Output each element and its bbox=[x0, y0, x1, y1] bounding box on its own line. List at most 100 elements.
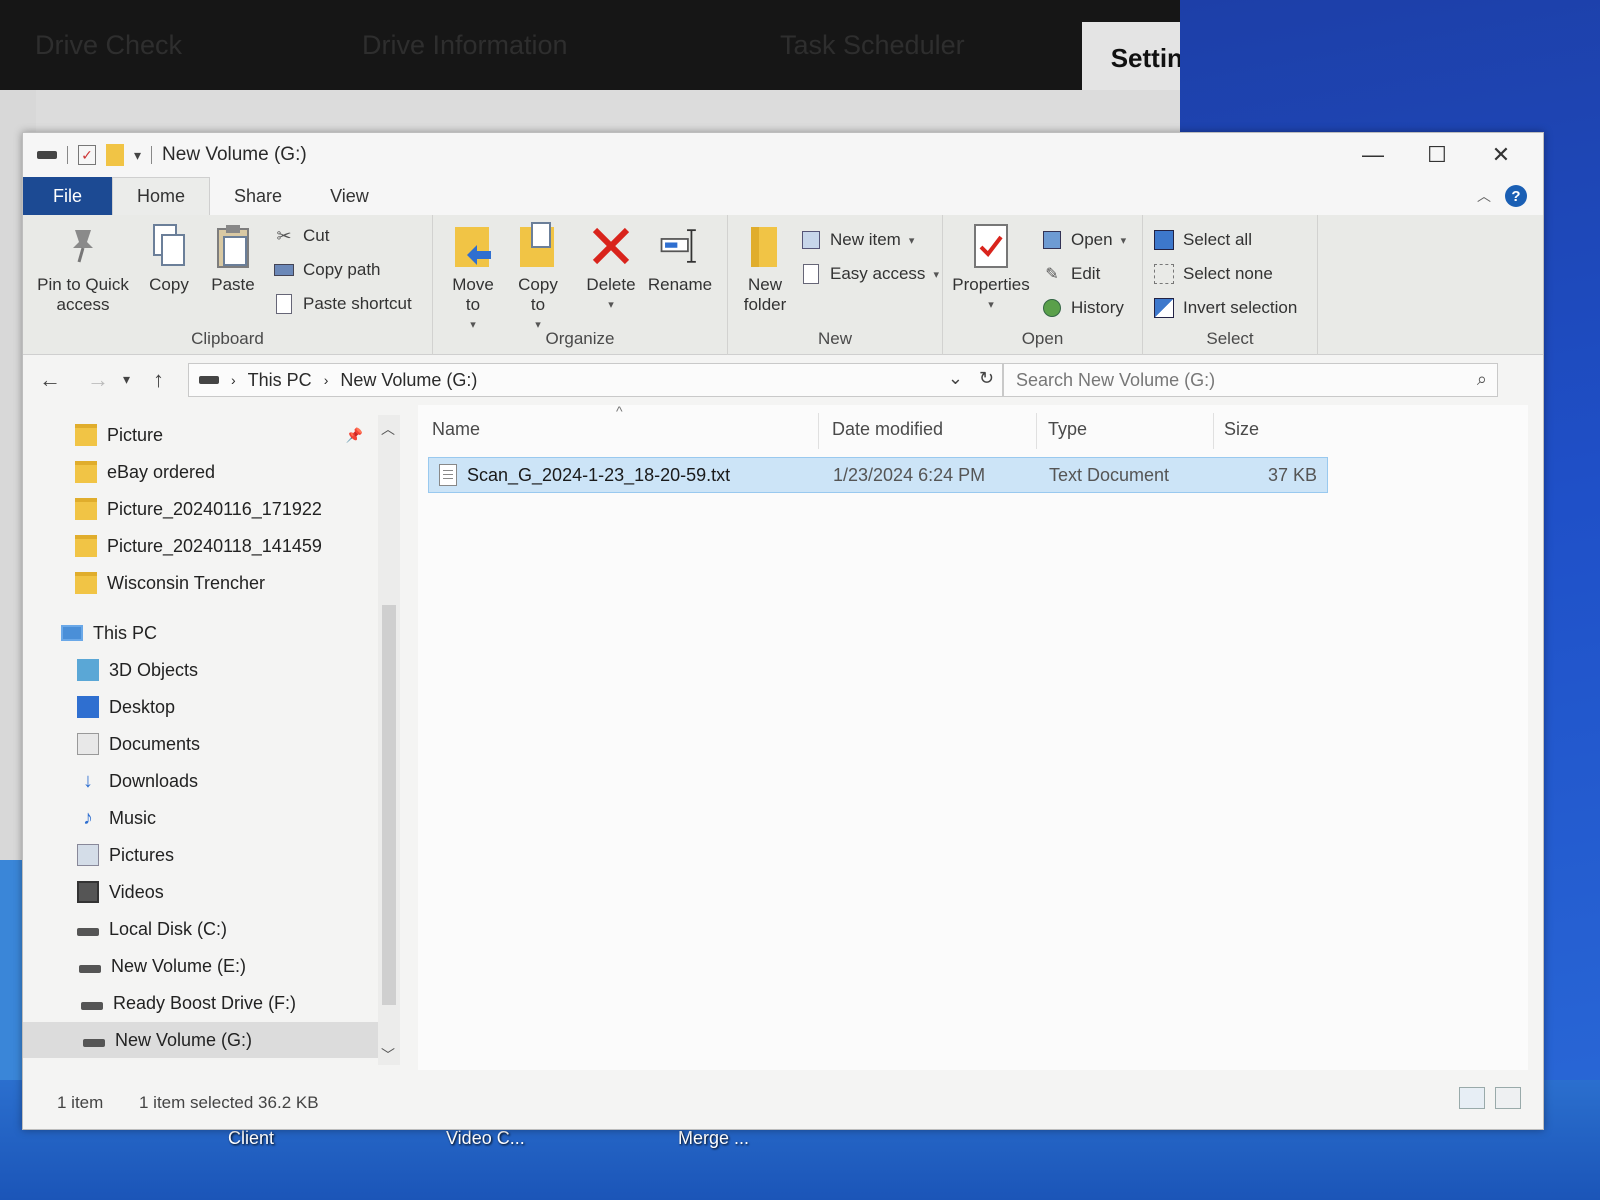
folder-icon bbox=[75, 535, 97, 557]
bg-tab-task-scheduler[interactable]: Task Scheduler bbox=[780, 30, 965, 61]
open-group-label: Open bbox=[1021, 329, 1064, 348]
help-icon[interactable]: ? bbox=[1505, 185, 1527, 207]
computer-icon bbox=[61, 625, 83, 641]
column-separator[interactable] bbox=[818, 413, 819, 449]
breadcrumb-this-pc[interactable]: This PC bbox=[248, 370, 312, 391]
pin-quick-access-button[interactable]: Pin to Quick access bbox=[33, 221, 133, 315]
nav-item-desktop[interactable]: Desktop bbox=[23, 689, 373, 725]
forward-arrow-icon[interactable]: → bbox=[87, 367, 109, 393]
background-app-tabbar: Drive Check Drive Information Task Sched… bbox=[0, 0, 1268, 94]
maximize-button[interactable]: ☐ bbox=[1405, 133, 1469, 177]
bg-tab-drive-check[interactable]: Drive Check bbox=[35, 30, 182, 61]
bg-tab-drive-information[interactable]: Drive Information bbox=[362, 30, 568, 61]
tab-share[interactable]: Share bbox=[210, 177, 306, 215]
nav-item-videos[interactable]: Videos bbox=[23, 874, 373, 910]
back-arrow-icon[interactable]: ← bbox=[39, 367, 61, 393]
nav-item-music[interactable]: ♪ Music bbox=[23, 800, 373, 836]
nav-item-wisconsin-trencher[interactable]: Wisconsin Trencher bbox=[23, 565, 373, 601]
easy-access-dropdown-icon: ▾ bbox=[933, 268, 939, 281]
scroll-up-icon[interactable]: ︿ bbox=[381, 419, 395, 439]
move-to-icon bbox=[451, 221, 495, 271]
title-bar: ✓ ▾ New Volume (G:) — ☐ ✕ bbox=[23, 133, 1543, 177]
nav-item-new-volume-g[interactable]: New Volume (G:) bbox=[23, 1022, 383, 1058]
recent-locations-chevron-icon[interactable]: ▾ bbox=[123, 371, 130, 388]
column-separator[interactable] bbox=[1213, 413, 1214, 449]
up-arrow-icon[interactable]: ↑ bbox=[153, 367, 164, 393]
desktop-icon-video[interactable]: Video C... bbox=[446, 1128, 525, 1149]
nav-item-this-pc[interactable]: This PC bbox=[23, 615, 373, 651]
nav-item-ready-boost-f[interactable]: Ready Boost Drive (F:) bbox=[23, 985, 373, 1021]
desktop-icon-client[interactable]: Client bbox=[228, 1128, 274, 1149]
properties-check-icon[interactable]: ✓ bbox=[78, 145, 96, 165]
tab-home[interactable]: Home bbox=[112, 177, 211, 215]
column-header-size[interactable]: Size bbox=[1224, 419, 1259, 440]
nav-item-new-volume-e[interactable]: New Volume (E:) bbox=[23, 948, 373, 984]
tab-file[interactable]: File bbox=[23, 177, 113, 215]
clipboard-group: Pin to Quick access Copy Paste ✂ Cut Cop… bbox=[23, 215, 433, 355]
rename-button[interactable]: Rename bbox=[645, 221, 715, 295]
invert-selection-button[interactable]: Invert selection bbox=[1153, 297, 1297, 319]
open-button[interactable]: Open ▾ bbox=[1041, 229, 1126, 251]
scroll-down-icon[interactable]: ﹀ bbox=[381, 1045, 395, 1065]
edit-label: Edit bbox=[1071, 264, 1101, 283]
search-placeholder: Search New Volume (G:) bbox=[1016, 369, 1216, 390]
select-none-button[interactable]: Select none bbox=[1153, 263, 1273, 285]
new-folder-button[interactable]: New folder bbox=[734, 221, 796, 315]
easy-access-button[interactable]: Easy access ▾ bbox=[800, 263, 939, 285]
nav-item-local-disk-c[interactable]: Local Disk (C:) bbox=[23, 911, 373, 947]
3d-objects-icon bbox=[77, 659, 99, 681]
nav-item-documents[interactable]: Documents bbox=[23, 726, 373, 762]
address-dropdown-icon[interactable]: ⌄ bbox=[948, 368, 963, 389]
move-to-button[interactable]: Move to ▾ bbox=[443, 221, 503, 335]
delete-label: Delete bbox=[586, 275, 636, 294]
nav-item-ebay-ordered[interactable]: eBay ordered bbox=[23, 454, 373, 490]
desktop-icon-merge[interactable]: Merge ... bbox=[678, 1128, 749, 1149]
tab-view[interactable]: View bbox=[306, 177, 393, 215]
scrollbar-thumb[interactable] bbox=[382, 605, 396, 1005]
music-note-icon: ♪ bbox=[83, 807, 93, 829]
navigation-pane-scrollbar[interactable]: ︿ ﹀ bbox=[378, 415, 400, 1065]
refresh-icon[interactable]: ↻ bbox=[979, 368, 994, 389]
new-item-button[interactable]: New item ▾ bbox=[800, 229, 914, 251]
qat-dropdown-icon[interactable]: ▾ bbox=[134, 147, 141, 164]
cut-button[interactable]: ✂ Cut bbox=[273, 225, 329, 247]
rename-label: Rename bbox=[647, 275, 713, 294]
column-separator[interactable] bbox=[1036, 413, 1037, 449]
search-input[interactable]: Search New Volume (G:) ⌕ bbox=[1003, 363, 1498, 397]
nav-item-downloads[interactable]: ↓ Downloads bbox=[23, 763, 373, 799]
address-bar[interactable]: › This PC › New Volume (G:) ⌄ ↻ bbox=[188, 363, 1003, 397]
column-header-name[interactable]: Name bbox=[432, 419, 480, 440]
copy-path-button[interactable]: Copy path bbox=[273, 259, 381, 281]
large-icons-view-icon[interactable] bbox=[1495, 1087, 1521, 1109]
column-header-date[interactable]: Date modified bbox=[832, 419, 943, 440]
file-list: ^ Name Date modified Type Size Scan_G_20… bbox=[418, 403, 1528, 1070]
edit-button[interactable]: ✎ Edit bbox=[1041, 263, 1100, 285]
new-group-label: New bbox=[817, 329, 852, 348]
minimize-button[interactable]: — bbox=[1341, 133, 1405, 177]
nav-item-label: This PC bbox=[93, 622, 158, 643]
select-all-button[interactable]: Select all bbox=[1153, 229, 1252, 251]
copy-to-button[interactable]: Copy to ▾ bbox=[508, 221, 568, 335]
nav-item-picture-20240116[interactable]: Picture_20240116_171922 bbox=[23, 491, 373, 527]
column-header-type[interactable]: Type bbox=[1048, 419, 1087, 440]
nav-item-3d-objects[interactable]: 3D Objects bbox=[23, 652, 373, 688]
close-button[interactable]: ✕ bbox=[1469, 133, 1533, 177]
copy-button[interactable]: Copy bbox=[141, 221, 197, 295]
nav-item-label: New Volume (G:) bbox=[115, 1029, 253, 1050]
collapse-ribbon-icon[interactable]: ︿ bbox=[1477, 186, 1491, 206]
new-folder-icon[interactable] bbox=[106, 144, 124, 166]
nav-item-picture-20240118[interactable]: Picture_20240118_141459 bbox=[23, 528, 373, 564]
nav-item-pictures[interactable]: Pictures bbox=[23, 837, 373, 873]
details-view-icon[interactable] bbox=[1459, 1087, 1485, 1109]
drive-icon bbox=[81, 1002, 103, 1010]
file-row[interactable]: Scan_G_2024-1-23_18-20-59.txt 1/23/2024 … bbox=[428, 457, 1328, 493]
nav-item-picture[interactable]: Picture 📌 bbox=[23, 417, 373, 453]
paste-shortcut-icon bbox=[273, 293, 295, 315]
history-button[interactable]: History bbox=[1041, 297, 1124, 319]
properties-button[interactable]: Properties ▾ bbox=[949, 221, 1033, 315]
paste-button[interactable]: Paste bbox=[205, 221, 261, 295]
paste-shortcut-button[interactable]: Paste shortcut bbox=[273, 293, 412, 315]
delete-button[interactable]: Delete ▾ bbox=[581, 221, 641, 315]
breadcrumb-current[interactable]: New Volume (G:) bbox=[340, 370, 477, 391]
paste-icon bbox=[211, 221, 255, 271]
